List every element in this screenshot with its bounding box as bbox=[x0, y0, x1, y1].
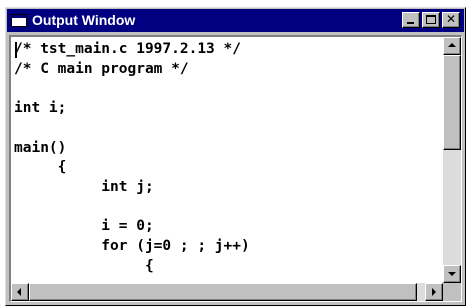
horizontal-scrollbar[interactable] bbox=[11, 283, 443, 301]
text-caret bbox=[15, 42, 17, 58]
output-window: Output Window /* tst_main.c 1997.2.13 */… bbox=[5, 7, 466, 306]
arrow-up-icon bbox=[448, 43, 456, 47]
code-line: /* C main program */ bbox=[14, 60, 189, 77]
code-line: main() bbox=[14, 139, 67, 156]
code-line: /* tst_main.c 1997.2.13 */ bbox=[14, 41, 241, 57]
code-text: /* tst_main.c 1997.2.13 */ /* C main pro… bbox=[11, 37, 443, 276]
scroll-right-button[interactable] bbox=[425, 283, 443, 301]
code-line: for (j=0 ; ; j++) bbox=[14, 238, 250, 255]
close-button[interactable] bbox=[442, 12, 460, 28]
arrow-right-icon bbox=[432, 288, 436, 296]
arrow-left-icon bbox=[17, 288, 21, 296]
scroll-left-button[interactable] bbox=[11, 283, 29, 301]
output-text-area[interactable]: /* tst_main.c 1997.2.13 */ /* C main pro… bbox=[11, 37, 443, 283]
minimize-button[interactable] bbox=[402, 12, 420, 28]
arrow-down-icon bbox=[448, 272, 456, 276]
code-line: { bbox=[14, 257, 154, 274]
code-line: int j; bbox=[14, 178, 154, 195]
size-grip bbox=[443, 283, 461, 301]
code-line: { bbox=[14, 159, 67, 176]
code-line: i = 0; bbox=[14, 218, 154, 235]
scroll-up-button[interactable] bbox=[443, 37, 461, 55]
horizontal-scroll-thumb[interactable] bbox=[29, 283, 418, 301]
maximize-button[interactable] bbox=[422, 12, 440, 28]
window-icon[interactable] bbox=[11, 14, 27, 27]
window-title: Output Window bbox=[32, 12, 136, 28]
code-line: int i; bbox=[14, 100, 67, 117]
output-client-area: /* tst_main.c 1997.2.13 */ /* C main pro… bbox=[9, 35, 462, 302]
scroll-down-button[interactable] bbox=[443, 265, 461, 283]
title-bar[interactable]: Output Window bbox=[7, 9, 464, 32]
vertical-scrollbar[interactable] bbox=[443, 37, 461, 283]
vertical-scroll-thumb[interactable] bbox=[443, 55, 461, 150]
